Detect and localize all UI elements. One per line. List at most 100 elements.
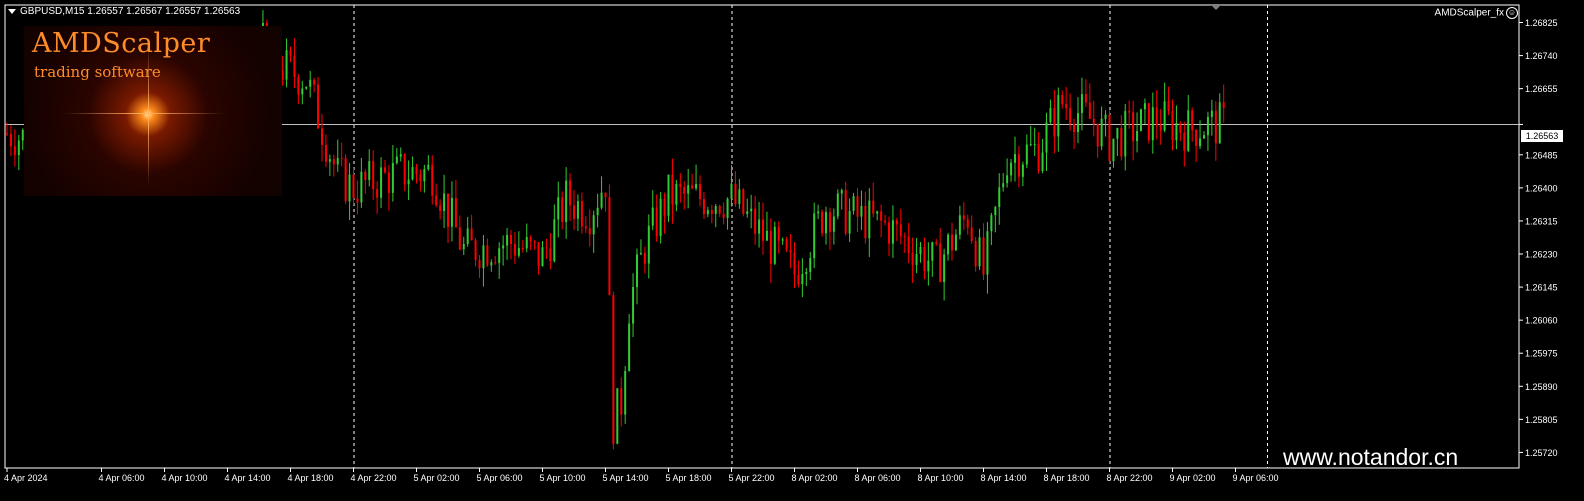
candle-body — [710, 210, 713, 214]
candle-body — [588, 228, 591, 235]
candle-body — [1140, 109, 1142, 131]
candle-body — [368, 161, 371, 180]
candle-body — [533, 241, 536, 243]
y-tick-label: 1.26655 — [1525, 84, 1558, 94]
candle-body — [683, 186, 686, 194]
candle-body — [537, 242, 540, 267]
x-tick-label: 4 Apr 14:00 — [225, 473, 271, 483]
y-tick-label: 1.26315 — [1525, 216, 1558, 226]
candle-body — [1179, 122, 1182, 133]
candle-body — [443, 193, 446, 211]
candle-body — [943, 254, 946, 282]
candle-body — [1199, 138, 1202, 146]
candle-body — [1218, 102, 1221, 144]
candle-body — [576, 201, 579, 219]
candle-body — [911, 252, 914, 265]
candle-body — [565, 180, 568, 222]
candle-body — [1112, 138, 1115, 162]
candle-body — [324, 144, 327, 162]
candle-body — [647, 225, 650, 264]
candle-body — [13, 146, 16, 156]
x-tick-label: 5 Apr 14:00 — [603, 473, 649, 483]
y-tick-label: 1.25890 — [1525, 382, 1558, 392]
candle-body — [758, 219, 761, 234]
candle-body — [1073, 123, 1076, 133]
candle-body — [821, 211, 824, 234]
candle-body — [494, 262, 497, 264]
candle-body — [513, 243, 516, 256]
candle-body — [317, 84, 320, 129]
candle-body — [624, 371, 627, 415]
candle-body — [1053, 107, 1056, 137]
candle-body — [328, 159, 331, 162]
y-tick-label: 1.26145 — [1525, 283, 1558, 293]
candle-body — [671, 174, 674, 205]
symbol-header[interactable]: GBPUSD,M15 1.26557 1.26567 1.26557 1.265… — [8, 6, 240, 17]
candle-body — [765, 230, 768, 241]
candle-body — [1084, 94, 1087, 103]
candle-body — [1120, 128, 1123, 157]
candle-body — [549, 248, 552, 262]
candle-body — [616, 388, 619, 444]
x-tick-label: 5 Apr 22:00 — [729, 473, 775, 483]
current-price-tag: 1.26563 — [1521, 130, 1563, 142]
candle-body — [529, 237, 532, 242]
candle-body — [1021, 164, 1024, 177]
candle-body — [852, 196, 855, 211]
y-tick-label: 1.26485 — [1525, 150, 1558, 160]
candle-body — [1069, 108, 1072, 124]
y-tick-label: 1.26825 — [1525, 18, 1558, 28]
candle-body — [439, 205, 442, 211]
candle-body — [1222, 102, 1225, 108]
candle-body — [364, 171, 367, 180]
candle-body — [651, 207, 654, 226]
candle-body — [573, 205, 575, 219]
candle-body — [809, 258, 812, 272]
candle-body — [667, 174, 670, 216]
candle-body — [411, 166, 414, 180]
candle-body — [348, 174, 351, 202]
candle-body — [293, 55, 296, 77]
candle-body — [785, 239, 788, 250]
candle-body — [714, 206, 717, 214]
candle-body — [510, 234, 512, 244]
candle-body — [655, 207, 658, 237]
symbol-info: GBPUSD,M15 1.26557 1.26567 1.26557 1.265… — [20, 6, 241, 17]
candle-body — [994, 206, 997, 216]
candle-body — [521, 248, 524, 250]
candle-body — [352, 174, 355, 199]
dropdown-triangle-icon[interactable] — [8, 8, 16, 14]
candle-body — [1006, 175, 1009, 184]
candle-body — [1147, 103, 1150, 141]
candle-body — [1088, 102, 1091, 119]
x-tick-label: 8 Apr 22:00 — [1107, 473, 1153, 483]
candle-body — [415, 166, 418, 175]
candle-body — [903, 236, 906, 238]
expert-advisor-label[interactable]: AMDScalper_fx ☺ — [1435, 7, 1518, 19]
candle-body — [336, 158, 339, 165]
candle-body — [1104, 114, 1107, 119]
candle-body — [1014, 154, 1016, 163]
candle-body — [1167, 101, 1170, 111]
candle-body — [612, 295, 615, 444]
x-tick-label: 5 Apr 02:00 — [414, 473, 460, 483]
candle-body — [907, 236, 910, 253]
candle-body — [1155, 107, 1158, 125]
candle-body — [1128, 111, 1131, 113]
candle-body — [517, 248, 520, 256]
candle-body — [9, 133, 12, 147]
candle-body — [486, 245, 489, 266]
candle-body — [1065, 104, 1068, 109]
candle-body — [1041, 152, 1044, 172]
candle-body — [608, 197, 611, 296]
candle-body — [301, 88, 304, 95]
candle-body — [636, 254, 638, 288]
candle-body — [947, 234, 950, 255]
x-tick-label: 8 Apr 10:00 — [918, 473, 964, 483]
candle-body — [1206, 117, 1209, 136]
candle-body — [742, 189, 745, 214]
candle-body — [966, 219, 969, 228]
candle-body — [289, 50, 292, 56]
candle-body — [1080, 94, 1083, 114]
logo-brand: AMDScalper — [32, 28, 211, 59]
